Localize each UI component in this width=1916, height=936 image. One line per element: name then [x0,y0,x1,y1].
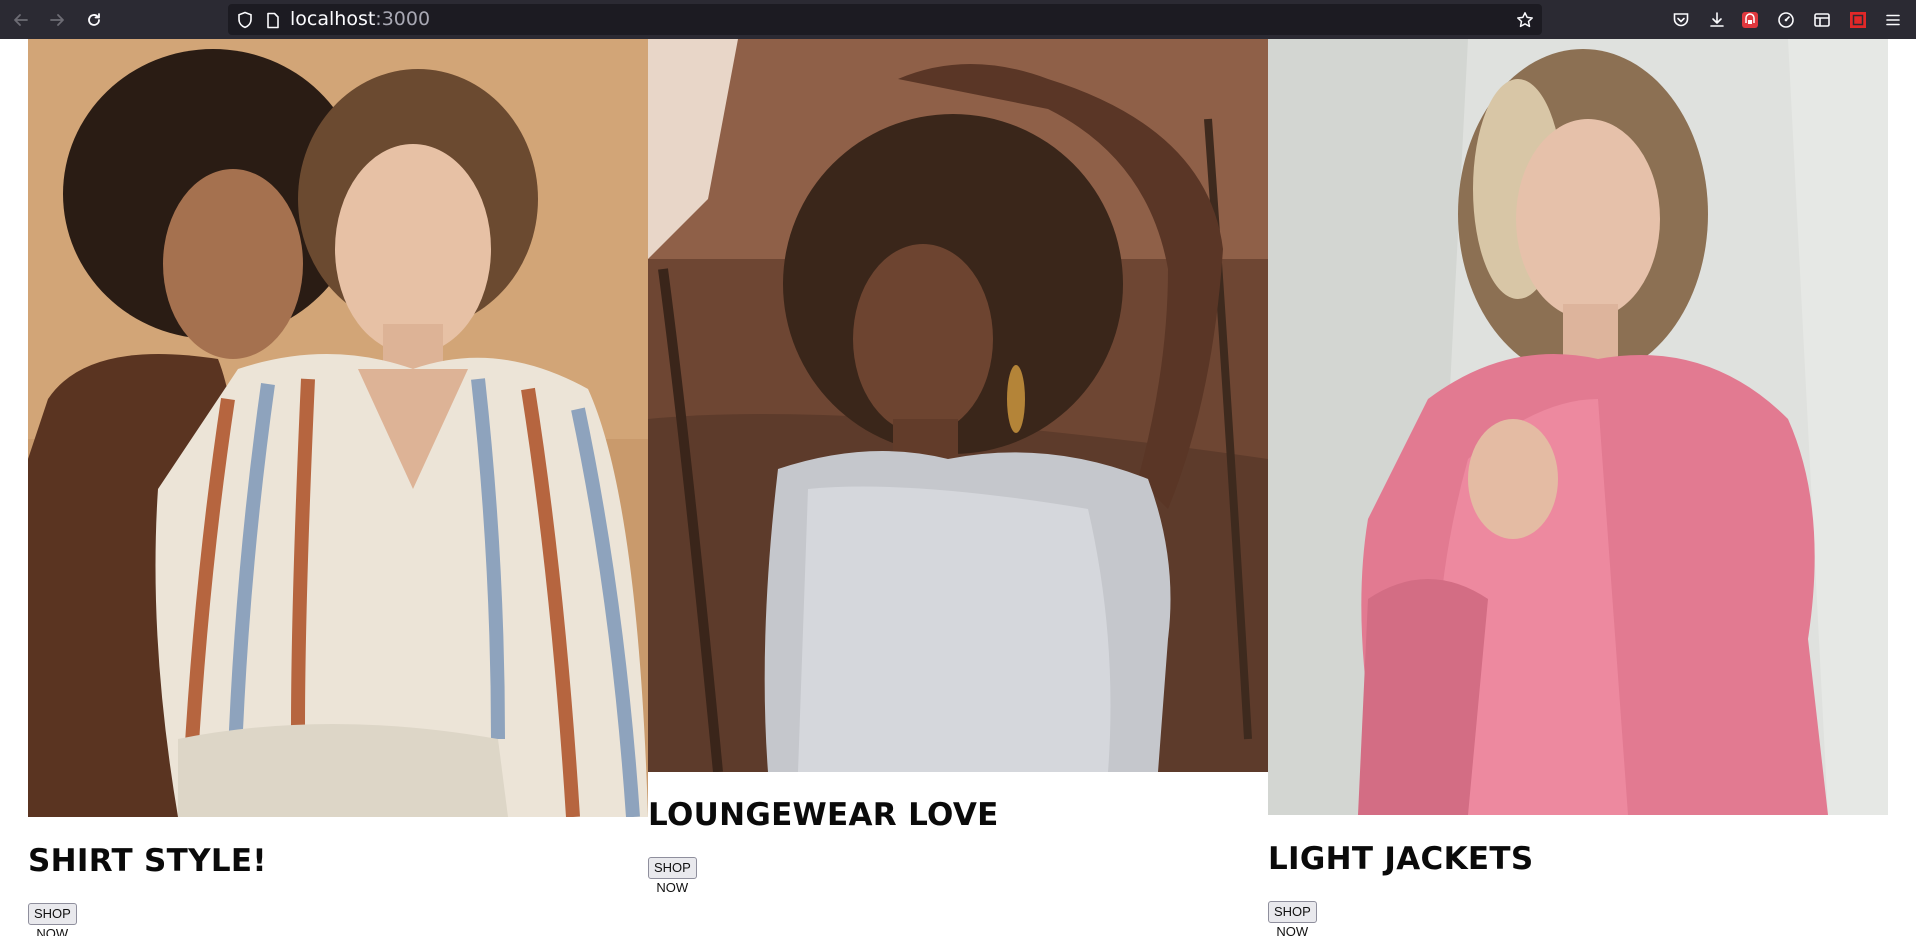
shop-now-button[interactable]: SHOP NOW [28,903,77,936]
shield-icon[interactable] [235,10,255,30]
extension-square-icon[interactable] [1846,8,1870,32]
light-jackets-photo [1268,39,1888,815]
card-title: LOUNGEWEAR LOVE [648,797,999,833]
card-title: SHIRT STYLE! [28,843,267,879]
pocket-icon[interactable] [1669,8,1693,32]
extension-red-icon[interactable] [1738,8,1762,32]
shop-now-button[interactable]: SHOP NOW [1268,901,1317,936]
loungewear-love-photo [648,39,1268,772]
shirt-style-photo [28,39,648,817]
reload-icon[interactable] [82,8,106,32]
shop-now-button[interactable]: SHOP NOW [648,857,697,895]
download-icon[interactable] [1705,8,1729,32]
sidebar-icon[interactable] [1810,8,1834,32]
bookmark-star-icon[interactable] [1515,10,1535,30]
forward-arrow-icon[interactable] [45,8,69,32]
extension-gauge-icon[interactable] [1774,8,1798,32]
card-title: LIGHT JACKETS [1268,841,1534,877]
back-arrow-icon[interactable] [9,8,33,32]
url-text[interactable]: localhost:3000 [290,4,430,35]
browser-toolbar: localhost:3000 [0,0,1916,39]
menu-icon[interactable] [1881,8,1905,32]
page-icon[interactable] [263,10,283,30]
page-content: SHIRT STYLE! SHOP NOW LOUNGEWEAR LOVE SH… [0,39,1916,936]
url-bar[interactable]: localhost:3000 [228,4,1542,35]
